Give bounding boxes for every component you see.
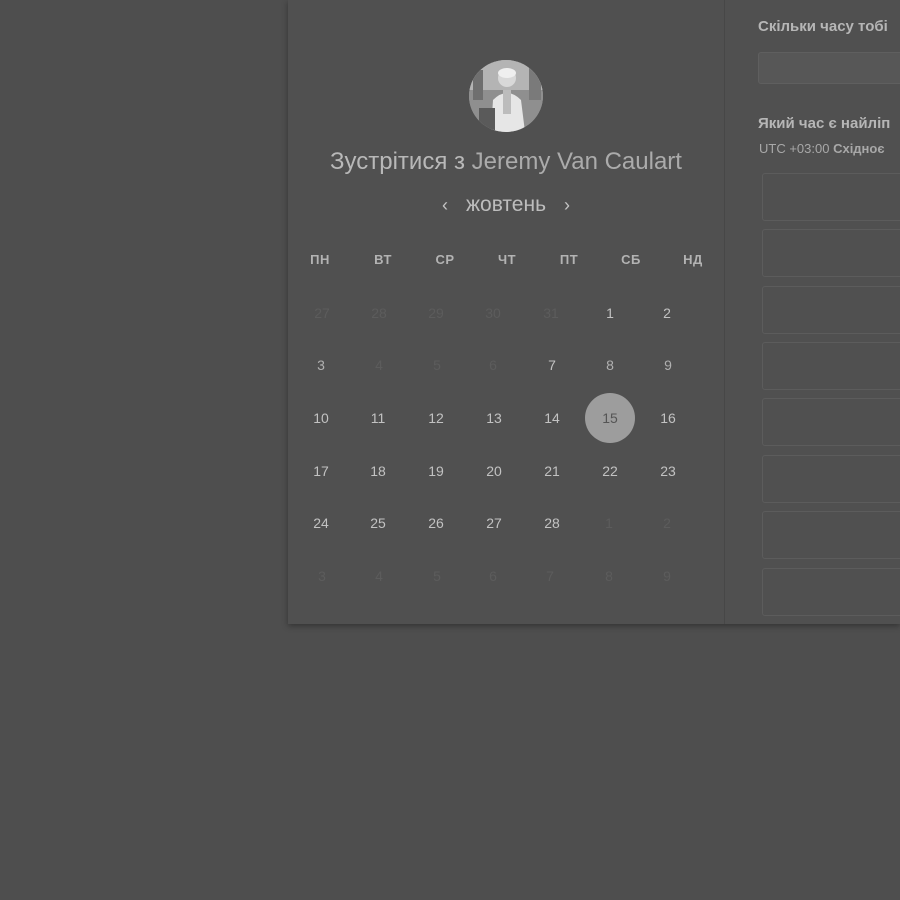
duration-select[interactable]	[758, 52, 900, 84]
calendar-day[interactable]: 20	[469, 446, 519, 496]
calendar-day[interactable]: 2	[642, 288, 692, 338]
calendar-day-selected[interactable]: 15	[585, 393, 635, 443]
calendar-day[interactable]: 14	[527, 393, 577, 443]
time-slot-button[interactable]	[762, 342, 900, 390]
calendar-day[interactable]: 8	[585, 340, 635, 390]
calendar-day-outside: 4	[375, 568, 383, 584]
calendar-day[interactable]: 26	[411, 498, 461, 548]
calendar-day[interactable]: 23	[643, 446, 693, 496]
time-slot-button[interactable]	[762, 455, 900, 503]
time-slot-button[interactable]	[762, 173, 900, 221]
calendar-day[interactable]: 10	[296, 393, 346, 443]
calendar-day[interactable]: 21	[527, 446, 577, 496]
time-slot-button[interactable]	[762, 286, 900, 334]
calendar-day-outside: 1	[605, 515, 613, 531]
time-question: Який час є найліп	[758, 115, 891, 132]
timezone-offset: UTC +03:00	[759, 141, 830, 156]
calendar-day-unavailable: 5	[433, 357, 441, 373]
calendar-day[interactable]: 19	[411, 446, 461, 496]
time-slot-button[interactable]	[762, 398, 900, 446]
time-selection-panel: Скільки часу тобі Який час є найліп UTC …	[725, 0, 900, 624]
calendar-day[interactable]: 28	[527, 498, 577, 548]
calendar-day-unavailable: 4	[375, 357, 383, 373]
calendar-day[interactable]: 1	[585, 288, 635, 338]
calendar-day[interactable]: 17	[296, 446, 346, 496]
calendar-day[interactable]: 22	[585, 446, 635, 496]
timezone-label: UTC +03:00 Східноє	[759, 141, 885, 156]
calendar-day[interactable]: 16	[643, 393, 693, 443]
calendar-day[interactable]: 24	[296, 498, 346, 548]
time-slot-button[interactable]	[762, 229, 900, 277]
calendar-day[interactable]: 12	[411, 393, 461, 443]
calendar-day-outside: 31	[543, 305, 559, 321]
booking-card: Зустрітися з Jeremy Van Caulart ‹ жовтен…	[288, 0, 900, 624]
calendar-day-outside: 6	[489, 568, 497, 584]
calendar-day-unavailable: 6	[489, 357, 497, 373]
calendar-day-outside: 30	[485, 305, 501, 321]
duration-question: Скільки часу тобі	[758, 18, 888, 35]
calendar-day[interactable]: 11	[353, 393, 403, 443]
time-slot-button[interactable]	[762, 511, 900, 559]
calendar-day[interactable]: 13	[469, 393, 519, 443]
calendar-day[interactable]: 25	[353, 498, 403, 548]
calendar-grid: 27 28 29 30 31 1 2 3 4 5 6 7 8 9 10 11 1…	[288, 0, 724, 624]
calendar-day-outside: 5	[433, 568, 441, 584]
calendar-day-outside: 29	[428, 305, 444, 321]
calendar-day-outside: 28	[371, 305, 387, 321]
calendar-day-outside: 2	[663, 515, 671, 531]
calendar-day[interactable]: 7	[527, 340, 577, 390]
calendar-day-outside: 7	[546, 568, 554, 584]
calendar-day-outside: 3	[318, 568, 326, 584]
timezone-name: Східноє	[833, 141, 885, 156]
calendar-panel: Зустрітися з Jeremy Van Caulart ‹ жовтен…	[288, 0, 725, 624]
calendar-day-outside: 27	[314, 305, 330, 321]
calendar-day-outside: 8	[605, 568, 613, 584]
calendar-day[interactable]: 3	[296, 340, 346, 390]
time-slot-button[interactable]	[762, 568, 900, 616]
calendar-day-outside: 9	[663, 568, 671, 584]
calendar-day[interactable]: 27	[469, 498, 519, 548]
calendar-day[interactable]: 18	[353, 446, 403, 496]
calendar-day[interactable]: 9	[643, 340, 693, 390]
